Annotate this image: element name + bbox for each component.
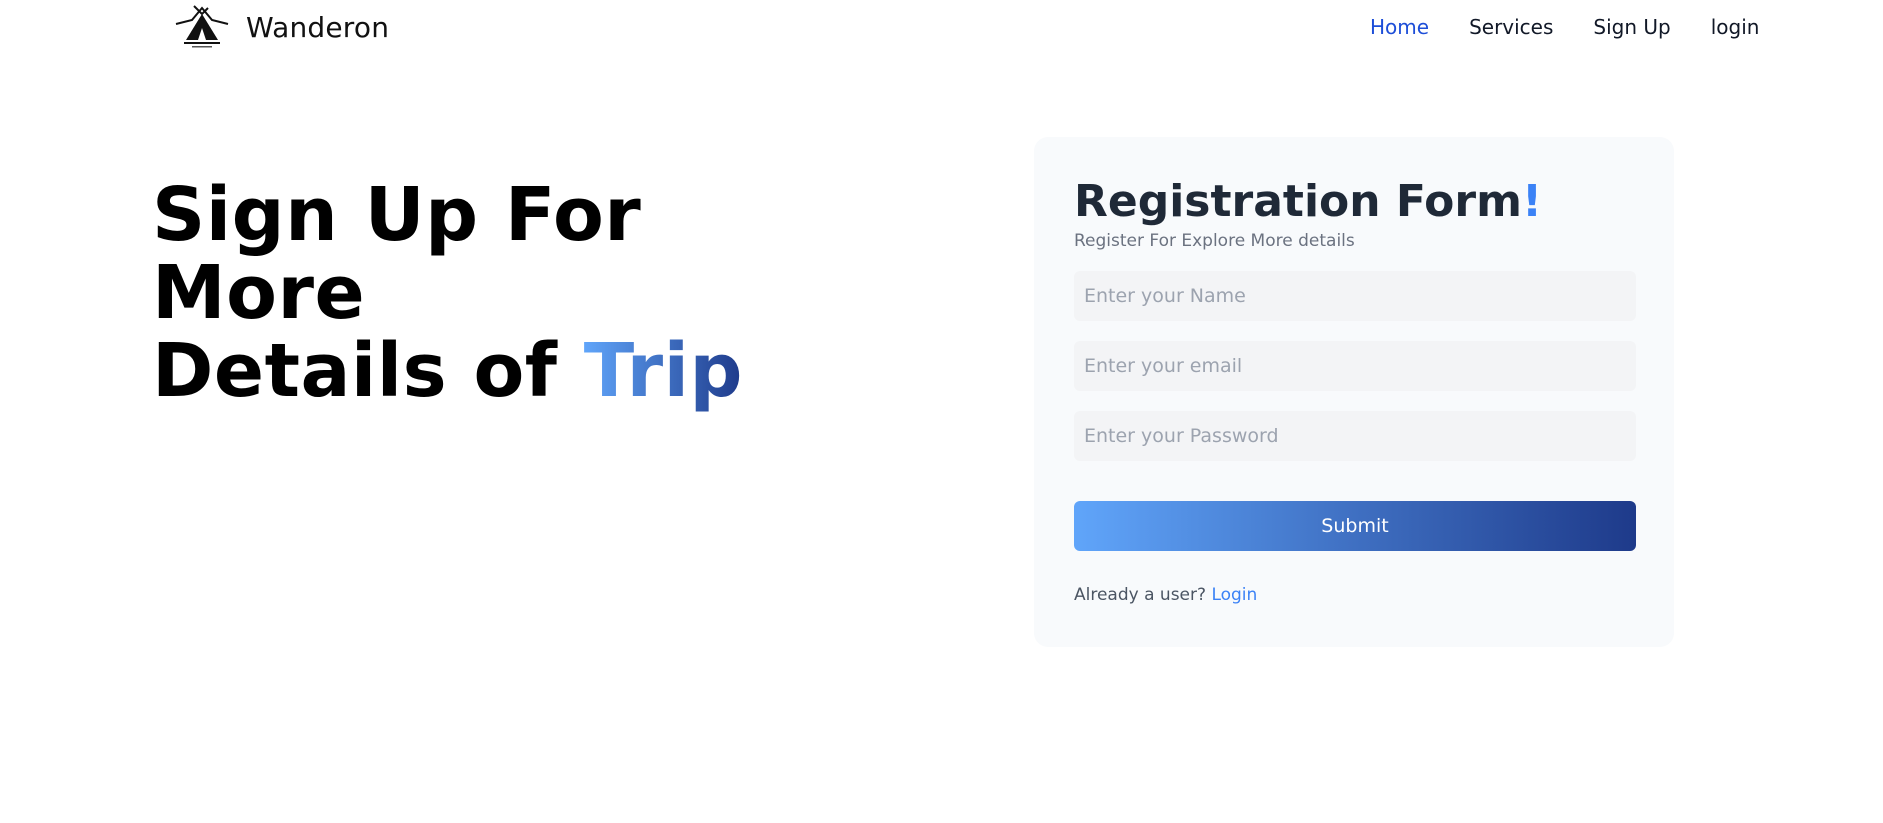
hero-line-1: Sign Up For More <box>152 172 642 336</box>
form-title-accent: ! <box>1521 176 1543 227</box>
email-input[interactable] <box>1074 341 1636 391</box>
brand-name: Wanderon <box>246 10 390 44</box>
hero-line-2-prefix: Details of <box>152 328 584 414</box>
form-title-text: Registration Form <box>1074 176 1522 227</box>
nav-home[interactable]: Home <box>1370 12 1429 42</box>
already-user-text: Already a user? <box>1074 585 1207 605</box>
form-subtitle: Register For Explore More details <box>1074 231 1355 251</box>
password-input[interactable] <box>1074 411 1636 461</box>
hero-heading: Sign Up For More Details of Trip <box>152 176 872 410</box>
submit-button[interactable]: Submit <box>1074 501 1636 551</box>
login-prompt: Already a user? Login <box>1074 585 1634 605</box>
form-title: Registration Form! <box>1074 177 1634 227</box>
registration-card: Registration Form! Register For Explore … <box>1034 137 1674 647</box>
hero-section: Sign Up For More Details of Trip <box>152 176 872 410</box>
nav-login[interactable]: login <box>1711 12 1760 42</box>
main-nav: Home Services Sign Up login <box>1370 12 1759 42</box>
brand[interactable]: Wanderon <box>172 4 389 50</box>
name-input[interactable] <box>1074 271 1636 321</box>
tent-logo-icon <box>175 5 229 48</box>
login-link[interactable]: Login <box>1211 585 1257 605</box>
top-navbar: Wanderon Home Services Sign Up login <box>0 0 1883 56</box>
nav-sign-up[interactable]: Sign Up <box>1593 12 1670 42</box>
nav-services[interactable]: Services <box>1469 12 1553 42</box>
registration-form: Submit <box>1074 271 1636 551</box>
hero-accent-word: Trip <box>583 328 743 414</box>
